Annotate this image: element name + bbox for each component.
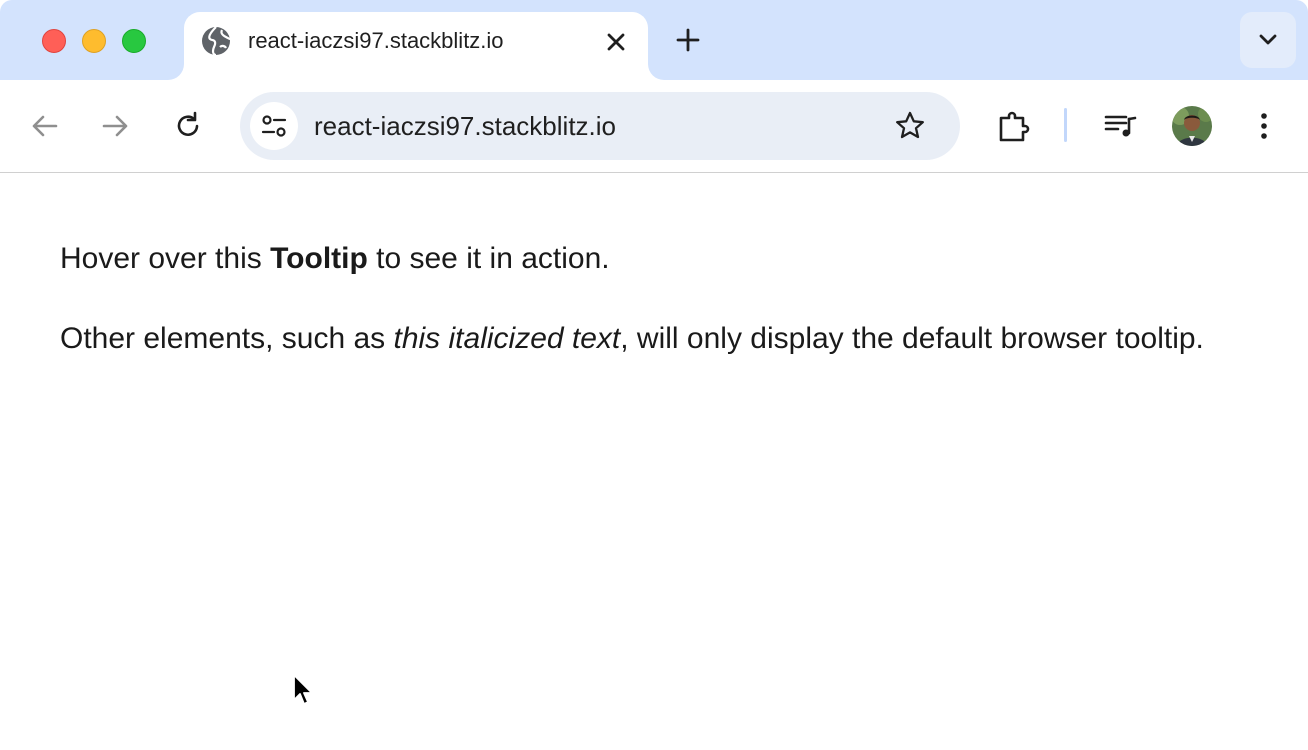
close-icon[interactable] bbox=[600, 26, 632, 58]
mouse-cursor-icon bbox=[292, 674, 316, 710]
paragraph2-text-before: Other elements, such as bbox=[60, 322, 394, 355]
plus-icon[interactable] bbox=[672, 24, 704, 56]
star-icon[interactable] bbox=[892, 108, 928, 144]
arrow-left-icon[interactable] bbox=[24, 106, 64, 146]
italic-text[interactable]: this italicized text bbox=[394, 322, 621, 355]
browser-window: react-iaczsi97.stackblitz.io react-iaczs… bbox=[0, 0, 1308, 750]
puzzle-icon[interactable] bbox=[994, 106, 1034, 146]
site-info-button[interactable] bbox=[250, 102, 298, 150]
address-bar[interactable]: react-iaczsi97.stackblitz.io bbox=[240, 92, 960, 160]
tooltip-trigger[interactable]: Tooltip bbox=[270, 242, 368, 275]
url-text: react-iaczsi97.stackblitz.io bbox=[314, 111, 616, 141]
paragraph2-text-after: , will only display the default browser … bbox=[620, 322, 1204, 355]
maximize-window-button[interactable] bbox=[122, 29, 146, 53]
paragraph1-text-after: to see it in action. bbox=[367, 242, 610, 275]
playlist-icon[interactable] bbox=[1100, 106, 1140, 146]
tab-search-button[interactable] bbox=[1240, 12, 1296, 68]
profile-avatar[interactable] bbox=[1172, 106, 1212, 146]
reload-icon[interactable] bbox=[168, 106, 208, 146]
toolbar-divider bbox=[1064, 108, 1067, 142]
kebab-menu-icon[interactable] bbox=[1244, 106, 1284, 146]
paragraph1-text-before: Hover over this bbox=[60, 242, 271, 275]
minimize-window-button[interactable] bbox=[82, 29, 106, 53]
tab-strip: react-iaczsi97.stackblitz.io bbox=[0, 0, 1308, 80]
page-content: Hover over this Tooltip to see it in act… bbox=[0, 174, 1308, 750]
info-paragraph: Other elements, such as this italicized … bbox=[60, 315, 1240, 363]
tab-title: react-iaczsi97.stackblitz.io bbox=[248, 28, 504, 53]
intro-paragraph: Hover over this Tooltip to see it in act… bbox=[60, 235, 1240, 283]
arrow-right-icon[interactable] bbox=[96, 106, 136, 146]
close-window-button[interactable] bbox=[42, 29, 66, 53]
tune-icon bbox=[261, 115, 287, 137]
chevron-down-icon bbox=[1259, 34, 1277, 45]
tab-active[interactable]: react-iaczsi97.stackblitz.io bbox=[184, 12, 648, 80]
browser-toolbar: react-iaczsi97.stackblitz.io bbox=[0, 80, 1308, 173]
globe-icon bbox=[200, 25, 232, 57]
